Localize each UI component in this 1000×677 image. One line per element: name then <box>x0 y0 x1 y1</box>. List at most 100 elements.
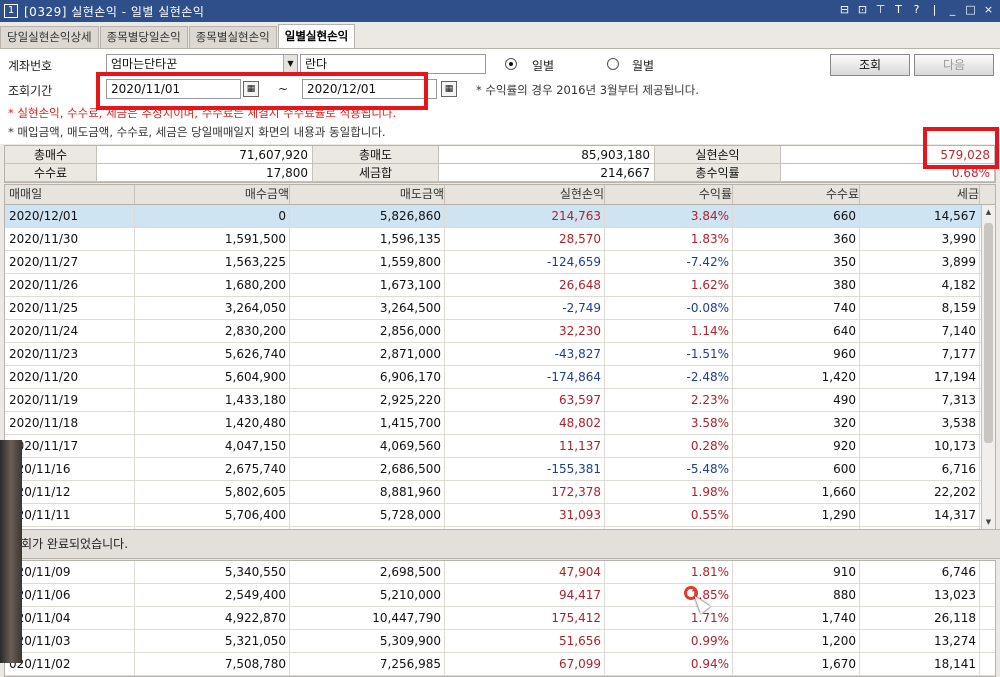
tab-stock-realized-pnl[interactable]: 종목별실현손익 <box>188 26 277 48</box>
table-row[interactable]: 2020/12/01 0 5,826,860 214,763 3.84% 660 14,56… <box>5 205 995 228</box>
cell-return-rate: -0.08% <box>605 297 733 319</box>
cell-fee: 600 <box>733 458 860 480</box>
table-row[interactable]: 2020/11/24 2,830,200 2,856,000 32,230 1.14% 6… <box>5 320 995 343</box>
end-date-input[interactable]: 2020/12/01 <box>302 79 437 99</box>
summary-panel: 총매수 71,607,920 총매도 85,903,180 실현손익 579,0… <box>4 145 996 183</box>
header-buy-amount[interactable]: 매수금액 <box>135 185 290 204</box>
cell-fee: 320 <box>733 412 860 434</box>
table-row[interactable]: 020/11/11 5,706,400 5,728,000 31,093 0.55% 1,… <box>5 504 995 527</box>
help-icon[interactable]: ? <box>909 2 924 18</box>
table-row[interactable]: 020/11/04 4,922,870 10,447,790 175,412 1.71%… <box>5 607 995 630</box>
pin-icon[interactable]: ⊤ <box>873 2 888 18</box>
next-button[interactable]: 다음 <box>914 54 994 76</box>
restore-icon[interactable]: ⊡ <box>855 2 870 18</box>
minimize-icon[interactable]: _ <box>945 2 960 18</box>
table-row[interactable]: 2020/11/23 5,626,740 2,871,000 -43,827 -1.51… <box>5 343 995 366</box>
header-return-rate[interactable]: 수익률 <box>605 185 733 204</box>
cell-tax: 22,202 <box>860 481 980 503</box>
maximize-icon[interactable]: □ <box>963 2 978 18</box>
header-realized-pnl[interactable]: 실현손익 <box>445 185 605 204</box>
cell-trade-date: 2020/11/26 <box>5 274 135 296</box>
table-row[interactable]: 2020/11/25 3,264,050 3,264,500 -2,749 -0.08%… <box>5 297 995 320</box>
return-label: 총수익률 <box>655 164 781 182</box>
window-icon[interactable]: 1 <box>4 4 18 18</box>
cell-realized-pnl: -124,659 <box>445 251 605 273</box>
cell-return-rate: 0.94% <box>605 653 733 675</box>
cell-sell-amount: 2,925,220 <box>290 389 445 411</box>
cell-tax: 6,716 <box>860 458 980 480</box>
table-row[interactable]: 2020/11/19 1,433,180 2,925,220 63,597 2.23% 4… <box>5 389 995 412</box>
tab-stock-daily-pnl[interactable]: 종목별당일손익 <box>99 26 188 48</box>
cell-return-rate: 3.84% <box>605 205 733 227</box>
close-icon[interactable]: × <box>981 2 996 18</box>
table-row[interactable]: 020/11/02 7,508,780 7,256,985 67,099 0.94% 1,… <box>5 653 995 676</box>
header-trade-date[interactable]: 매매일 <box>5 185 135 204</box>
layout-icon[interactable]: ⊟ <box>837 2 852 18</box>
cell-fee: 1,200 <box>733 630 860 652</box>
cell-tax: 13,274 <box>860 630 980 652</box>
chevron-down-icon[interactable]: ▼ <box>283 55 297 73</box>
cell-sell-amount: 5,826,860 <box>290 205 445 227</box>
cell-realized-pnl: 26,648 <box>445 274 605 296</box>
fee-value: 17,800 <box>97 164 313 182</box>
total-buy-value: 71,607,920 <box>97 146 313 164</box>
cell-tax: 13,023 <box>860 584 980 606</box>
font-icon[interactable]: T <box>891 2 906 18</box>
tab-daily-realized-pnl[interactable]: 일별실현손익 <box>277 24 356 48</box>
cell-realized-pnl: 67,099 <box>445 653 605 675</box>
cell-tax: 18,141 <box>860 653 980 675</box>
table-row[interactable]: 020/11/09 5,340,550 2,698,500 47,904 1.81% 91… <box>5 561 995 584</box>
cell-tax: 17,194 <box>860 366 980 388</box>
header-fee[interactable]: 수수료 <box>733 185 860 204</box>
table-body: 2020/12/01 0 5,826,860 214,763 3.84% 660 14,56… <box>5 205 995 550</box>
tab-daily-realized-detail[interactable]: 당일실현손익상세 <box>0 26 99 48</box>
table-scrollbar[interactable]: ▲ ▼ <box>981 205 995 529</box>
radio-monthly-label: 월별 <box>632 59 655 73</box>
cell-tax: 7,313 <box>860 389 980 411</box>
table-row[interactable]: 2020/11/27 1,563,225 1,559,800 -124,659 -7.4… <box>5 251 995 274</box>
account-select[interactable]: 엄마는단타꾼 ▼ <box>106 54 298 74</box>
table-row[interactable]: 020/11/16 2,675,740 2,686,500 -155,381 -5.48… <box>5 458 995 481</box>
cell-sell-amount: 8,881,960 <box>290 481 445 503</box>
cell-trade-date: 020/11/12 <box>5 481 135 503</box>
table-row[interactable]: 2020/11/18 1,420,480 1,415,700 48,802 3.58% 3… <box>5 412 995 435</box>
search-button[interactable]: 조회 <box>830 54 910 76</box>
table-row[interactable]: 020/11/03 5,321,050 5,309,900 51,656 0.99% 1,… <box>5 630 995 653</box>
radio-daily[interactable] <box>505 58 517 70</box>
cell-sell-amount: 10,447,790 <box>290 607 445 629</box>
cell-trade-date: 2020/11/30 <box>5 228 135 250</box>
cell-tax: 3,899 <box>860 251 980 273</box>
table-row[interactable]: 020/11/06 2,549,400 5,210,000 94,417 1.85% 88… <box>5 584 995 607</box>
scroll-up-icon[interactable]: ▲ <box>982 205 995 219</box>
table-row[interactable]: 2020/11/17 4,047,150 4,069,560 11,137 0.28% 9… <box>5 435 995 458</box>
cell-return-rate: 1.62% <box>605 274 733 296</box>
cell-trade-date: 2020/11/23 <box>5 343 135 365</box>
table-row[interactable]: 2020/11/26 1,680,200 1,673,100 26,648 1.62% 3… <box>5 274 995 297</box>
cell-return-rate: 2.23% <box>605 389 733 411</box>
return-value: 0.68% <box>781 164 995 182</box>
cell-trade-date: 020/11/02 <box>5 653 135 675</box>
cell-buy-amount: 1,563,225 <box>135 251 290 273</box>
header-sell-amount[interactable]: 매도금액 <box>290 185 445 204</box>
cell-return-rate: 1.98% <box>605 481 733 503</box>
tab-bar: 당일실현손익상세 종목별당일손익 종목별실현손익 일별실현손익 <box>0 24 356 48</box>
calendar-icon[interactable]: ▦ <box>441 81 457 97</box>
cell-return-rate: 0.55% <box>605 504 733 526</box>
cell-realized-pnl: 28,570 <box>445 228 605 250</box>
radio-monthly[interactable] <box>607 58 619 70</box>
scroll-thumb[interactable] <box>984 223 993 443</box>
scroll-down-icon[interactable]: ▼ <box>982 515 995 529</box>
start-date-input[interactable]: 2020/11/01 <box>106 79 241 99</box>
fee-label: 수수료 <box>5 164 97 182</box>
table-body-lower: 020/11/09 5,340,550 2,698,500 47,904 1.81% 91… <box>5 561 995 676</box>
status-bar: 조회가 완료되었습니다. <box>0 529 1000 559</box>
table-row[interactable]: 2020/11/30 1,591,500 1,596,135 28,570 1.83% 3… <box>5 228 995 251</box>
info-note-2: * 매입금액, 매도금액, 수수료, 세금은 당일매매일지 화면의 내용과 동일… <box>8 125 386 139</box>
calendar-icon[interactable]: ▦ <box>243 81 259 97</box>
cell-trade-date: 2020/11/27 <box>5 251 135 273</box>
table-row[interactable]: 020/11/12 5,802,605 8,881,960 172,378 1.98% 1… <box>5 481 995 504</box>
table-row[interactable]: 2020/11/20 5,604,900 6,906,170 -174,864 -2.4… <box>5 366 995 389</box>
cell-tax: 7,140 <box>860 320 980 342</box>
header-tax[interactable]: 세금 <box>860 185 980 204</box>
warning-note: * 실현손익, 수수료, 세금은 추정치이며, 수수료는 체결시 수수료율로 적… <box>8 106 397 120</box>
